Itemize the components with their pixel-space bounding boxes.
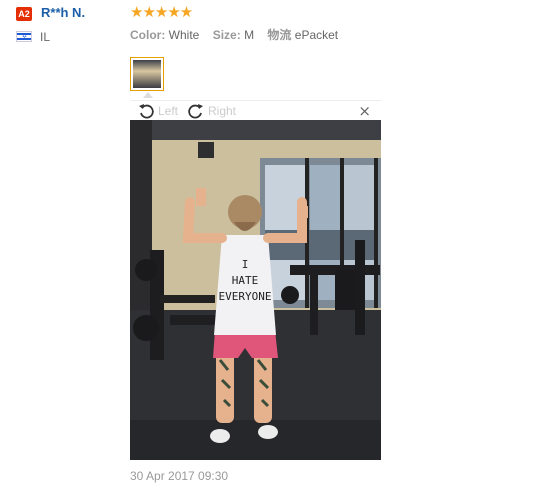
- buyer-level-badge: A2: [16, 7, 32, 21]
- size-value: M: [244, 28, 255, 42]
- shipping-key: 物流: [267, 28, 292, 42]
- rating-stars: ★★★★★: [130, 4, 193, 21]
- close-viewer-button[interactable]: ×: [358, 101, 371, 121]
- israel-flag-icon: ✡: [16, 31, 32, 42]
- review-date: 30 Apr 2017 09:30: [130, 469, 229, 483]
- shirt-text-line-3: EVERYONE: [219, 290, 272, 303]
- shipping-value: ePacket: [294, 28, 339, 42]
- size-key: Size:: [212, 28, 241, 42]
- review-photo-large: I HATE EVERYONE: [130, 120, 381, 460]
- thumbnail-image: [133, 60, 161, 88]
- rotate-right-icon: [188, 104, 203, 119]
- order-attributes: Color: White Size: M 物流 ePacket: [130, 26, 348, 43]
- shirt-text-line-1: I: [242, 258, 249, 271]
- image-viewer-toolbar: Left Right ×: [130, 100, 381, 121]
- rotate-right-button[interactable]: Right: [188, 101, 236, 121]
- rotate-right-label: Right: [208, 104, 237, 118]
- shirt-text-line-2: HATE: [232, 274, 259, 287]
- rotate-left-label: Left: [158, 104, 179, 118]
- color-value: White: [168, 28, 200, 42]
- viewer-pointer: [143, 92, 153, 98]
- color-key: Color:: [130, 28, 166, 42]
- review-photo-scene: I HATE EVERYONE: [130, 120, 381, 460]
- review-photo-thumbnail[interactable]: [130, 57, 164, 91]
- rotate-left-button[interactable]: Left: [138, 101, 178, 121]
- rotate-left-icon: [139, 104, 154, 119]
- reviewer-name: R**h N.: [41, 5, 86, 20]
- reviewer-country: IL: [40, 30, 51, 44]
